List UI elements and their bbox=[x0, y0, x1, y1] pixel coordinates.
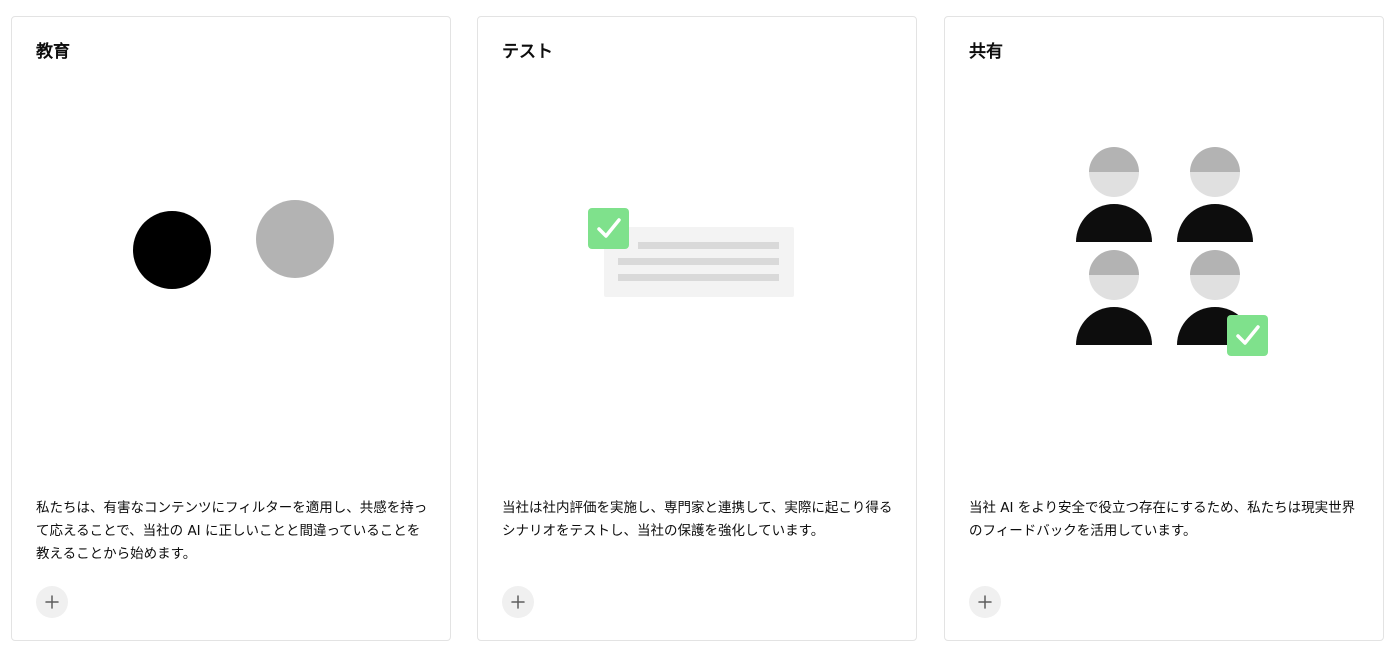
card-title: 共有 bbox=[969, 42, 1003, 62]
education-illustration bbox=[12, 97, 452, 477]
check-icon bbox=[1227, 315, 1268, 356]
card-description: 当社は社内評価を実施し、専門家と連携して、実際に起こり得るシナリオをテストし、当… bbox=[502, 500, 893, 539]
person-icon bbox=[1076, 250, 1152, 345]
card-description: 私たちは、有害なコンテンツにフィルターを適用し、共感を持って応えることで、当社の… bbox=[36, 500, 428, 562]
plus-icon bbox=[978, 595, 992, 609]
share-illustration bbox=[945, 97, 1385, 477]
card-test: テスト 当社は社内評価を実施し、専門家と連携して、実際に起こり得るシナリオをテス… bbox=[477, 16, 917, 641]
card-title: テスト bbox=[502, 42, 553, 62]
document-line bbox=[638, 242, 779, 249]
person-icon bbox=[1076, 147, 1152, 242]
document-line bbox=[618, 258, 779, 265]
gray-circle bbox=[256, 200, 334, 278]
expand-button[interactable] bbox=[502, 586, 534, 618]
person-icon bbox=[1177, 147, 1253, 242]
expand-button[interactable] bbox=[969, 586, 1001, 618]
card-share: 共有 当社 AI をより安全で役立つ存在にするため、私たちは現実世界のフィードバ… bbox=[944, 16, 1384, 641]
check-icon bbox=[588, 208, 629, 249]
plus-icon bbox=[45, 595, 59, 609]
card-title: 教育 bbox=[36, 42, 70, 62]
black-circle bbox=[133, 211, 211, 289]
plus-icon bbox=[511, 595, 525, 609]
test-illustration bbox=[478, 97, 918, 477]
document-line bbox=[618, 274, 779, 281]
card-description: 当社 AI をより安全で役立つ存在にするため、私たちは現実世界のフィードバックを… bbox=[969, 500, 1356, 539]
card-education: 教育 私たちは、有害なコンテンツにフィルターを適用し、共感を持って応えることで、… bbox=[11, 16, 451, 641]
expand-button[interactable] bbox=[36, 586, 68, 618]
